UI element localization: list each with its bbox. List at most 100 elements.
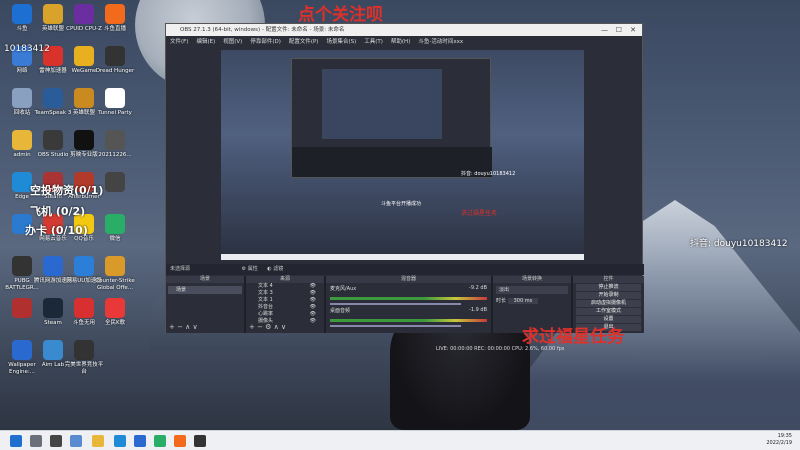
control-button[interactable]: 开始录制 [576, 292, 641, 299]
wechat-icon[interactable] [154, 435, 166, 447]
mixer-channel-2-db: -1.9 dB [469, 307, 487, 313]
visibility-icon[interactable]: 👁 [310, 297, 316, 304]
desktop-icon-label: 微信 [109, 236, 121, 242]
app-icon [105, 88, 125, 108]
room-id: 10183412 [4, 44, 50, 54]
taskbar: 19:35 2022/2/19 [0, 430, 800, 450]
desktop-icon[interactable]: 全民K歌 [95, 298, 135, 327]
obs-preview[interactable]: 斗鱼平台开播成功 抖音: douyu10183412 求过福星任务 [221, 50, 584, 260]
source-item[interactable]: 文本 4 👁 [246, 283, 324, 290]
visibility-icon[interactable]: 👁 [310, 311, 316, 318]
minimize-icon[interactable]: — [601, 24, 608, 36]
start-icon[interactable] [10, 435, 22, 447]
app-icon [74, 4, 94, 24]
source-item[interactable]: 文本 1 👁 [246, 297, 324, 304]
douyu-icon[interactable] [174, 435, 186, 447]
desktop-icon-label: Counter-Strike Global Offe... [95, 278, 135, 291]
desktop-icon[interactable]: 微信 [95, 214, 135, 243]
desktop-icon[interactable]: Counter-Strike Global Offe... [95, 256, 135, 291]
preview-desktop: 斗鱼平台开播成功 抖音: douyu10183412 求过福星任务 [221, 50, 584, 260]
visibility-icon[interactable]: 👁 [310, 318, 316, 325]
menu-item[interactable]: 配置文件(P) [289, 36, 319, 48]
transition-select[interactable]: 淡出 [496, 286, 568, 294]
overlay-task-1: 空投物资(0/1) [30, 184, 104, 197]
scene-item[interactable]: 场景 [168, 286, 242, 294]
source-item[interactable]: 抖音台 👁 [246, 304, 324, 311]
widgets-icon[interactable] [70, 435, 82, 447]
menu-item[interactable]: 斗鱼-活动时间xxx [418, 36, 463, 48]
gear-icon[interactable]: ⚙ [242, 266, 246, 272]
control-button[interactable]: 工作室模式 [576, 308, 641, 315]
app-icon [12, 256, 32, 276]
obs-icon[interactable] [194, 435, 206, 447]
properties-button[interactable]: 属性 [248, 266, 258, 272]
preview-nested-obs [291, 58, 492, 178]
visibility-icon[interactable]: 👁 [310, 304, 316, 311]
source-item-label: 抖音台 [258, 304, 274, 310]
obs-window[interactable]: OBS 27.1.3 (64-bit, windows) - 配置文件: 未命名… [165, 23, 644, 352]
app-icon [105, 130, 125, 150]
clock-date: 2022/2/19 [766, 440, 792, 446]
source-item-label: 文本 3 [258, 290, 273, 296]
menu-item[interactable]: 文件(F) [170, 36, 188, 48]
mixer-panel: 混音器 麦克风/Aux -9.2 dB 桌面音频 -1.9 dB [326, 276, 491, 333]
filters-button[interactable]: 滤镜 [273, 266, 283, 272]
app-icon [74, 130, 94, 150]
source-item[interactable]: 文本 3 👁 [246, 290, 324, 297]
app-icon [105, 4, 125, 24]
control-button[interactable]: 停止推流 [576, 284, 641, 291]
app-icon [105, 172, 125, 192]
app-icon [74, 46, 94, 66]
overlay-task-3: 办卡 (0/10) [25, 224, 88, 237]
search-icon[interactable] [30, 435, 42, 447]
edge-icon[interactable] [114, 435, 126, 447]
visibility-icon[interactable]: 👁 [310, 290, 316, 297]
menu-item[interactable]: 工具(T) [364, 36, 383, 48]
menu-item[interactable]: 场景集合(S) [326, 36, 356, 48]
duration-input[interactable]: 300 ms [507, 298, 539, 304]
desktop-icon-label: Tunnel Party [98, 110, 132, 116]
menu-item[interactable]: 视图(V) [223, 36, 242, 48]
clock[interactable]: 19:35 2022/2/19 [766, 433, 792, 447]
overlay-task-text: 求过福星任务 [522, 327, 624, 347]
source-item[interactable]: 心跳率 👁 [246, 311, 324, 318]
menu-item[interactable]: 停靠部件(D) [250, 36, 281, 48]
file-explorer-icon[interactable] [92, 435, 104, 447]
no-source-label: 未选择源 [170, 266, 191, 272]
overlay-follow-text: 点个关注呗 [298, 5, 383, 25]
maximize-icon[interactable]: ☐ [616, 24, 622, 36]
app-icon [12, 172, 32, 192]
obs-titlebar[interactable]: OBS 27.1.3 (64-bit, windows) - 配置文件: 未命名… [166, 24, 642, 36]
visibility-icon[interactable]: 👁 [310, 283, 316, 290]
app-icon [43, 4, 63, 24]
mixer-header: 混音器 [326, 276, 491, 283]
source-item-label: 文本 4 [258, 283, 273, 289]
desktop-icon-label: 20211226... [98, 152, 132, 158]
tiktok-watermark: 抖音: douyu10183412 [690, 239, 788, 249]
mixer-channel-1-db: -9.2 dB [469, 285, 487, 291]
close-icon[interactable]: ✕ [630, 24, 636, 36]
mixer-slider-2[interactable] [330, 325, 461, 327]
app-icon [43, 88, 63, 108]
desktop-icon[interactable]: 20211226... [95, 130, 135, 159]
desktop-icon[interactable]: Tunnel Party [95, 88, 135, 117]
mixer-channel-1-name: 麦克风/Aux [330, 286, 357, 292]
scenes-controls[interactable]: + − ∧ ∨ [169, 323, 198, 331]
menu-item[interactable]: 帮助(H) [391, 36, 410, 48]
control-button[interactable]: 启动虚拟摄像机 [576, 300, 641, 307]
task-view-icon[interactable] [50, 435, 62, 447]
overlay-task-2: 飞机 (0/2) [30, 205, 86, 218]
app-icon [43, 130, 63, 150]
sources-controls[interactable]: + − ⚙ ∧ ∨ [249, 323, 286, 331]
store-icon[interactable] [134, 435, 146, 447]
desktop-icon[interactable]: 完美世界竞技平台 [64, 340, 104, 375]
menu-item[interactable]: 编辑(E) [196, 36, 215, 48]
desktop-icon[interactable]: Dread Hunger [95, 46, 135, 75]
app-icon [12, 4, 32, 24]
source-item-label: 心跳率 [258, 311, 274, 317]
app-icon [12, 298, 32, 318]
preview-taskbar [221, 254, 584, 260]
filter-icon[interactable]: ◐ [267, 266, 271, 272]
desktop-icon[interactable]: 斗鱼直播 [95, 4, 135, 33]
app-icon [74, 340, 94, 360]
